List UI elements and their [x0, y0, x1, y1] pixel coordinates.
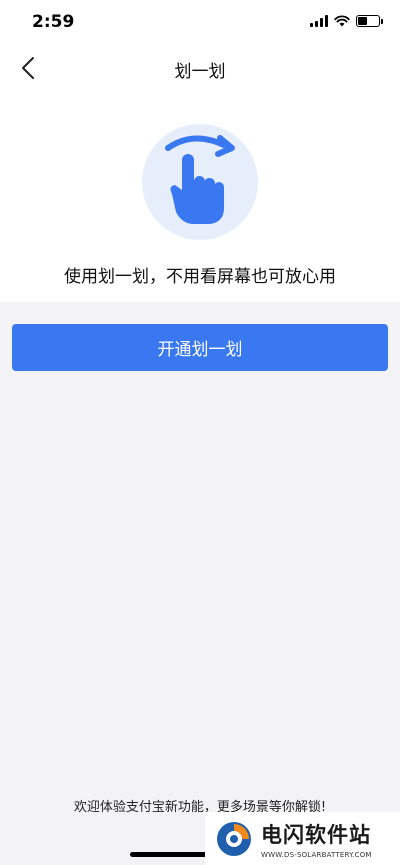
site-logo-icon: [217, 821, 251, 856]
watermark: 电闪软件站 WWW.DS-SOLARBATTERY.COM: [205, 812, 400, 865]
hero-section: 使用划一划，不用看屏幕也可放心用: [0, 92, 400, 302]
battery-icon: [356, 15, 383, 27]
watermark-name: 电闪软件站: [261, 822, 371, 847]
status-bar: 2:59: [0, 0, 400, 44]
battery-level: [358, 17, 367, 25]
enable-swipe-button[interactable]: 开通划一划: [12, 324, 388, 371]
hero-caption: 使用划一划，不用看屏幕也可放心用: [64, 267, 336, 287]
page-title: 划一划: [174, 62, 226, 82]
status-icons: [310, 15, 383, 27]
status-time: 2:59: [32, 12, 75, 32]
signal-icon: [310, 15, 328, 27]
nav-bar: 划一划: [0, 44, 400, 92]
watermark-text: 电闪软件站 WWW.DS-SOLARBATTERY.COM: [261, 819, 372, 859]
swipe-hand-icon: [165, 135, 235, 224]
wifi-icon: [334, 15, 350, 27]
watermark-url: WWW.DS-SOLARBATTERY.COM: [261, 850, 372, 859]
